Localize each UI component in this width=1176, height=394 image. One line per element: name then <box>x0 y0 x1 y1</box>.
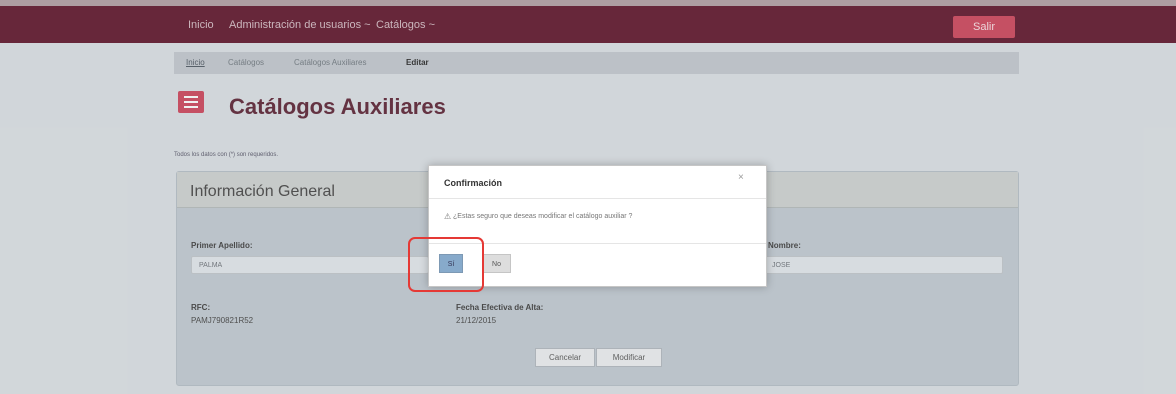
highlight-box <box>408 237 484 292</box>
warning-icon: ⚠ <box>444 212 452 221</box>
close-icon[interactable]: × <box>738 172 744 183</box>
dialog-question: ¿Estas seguro que deseas modificar el ca… <box>453 213 633 220</box>
page-background: Inicio Administración de usuarios ~ Catá… <box>0 0 1176 394</box>
dialog-title: Confirmación <box>444 178 503 188</box>
confirm-no-button[interactable]: No <box>482 254 511 273</box>
dialog-divider-top <box>429 198 766 199</box>
